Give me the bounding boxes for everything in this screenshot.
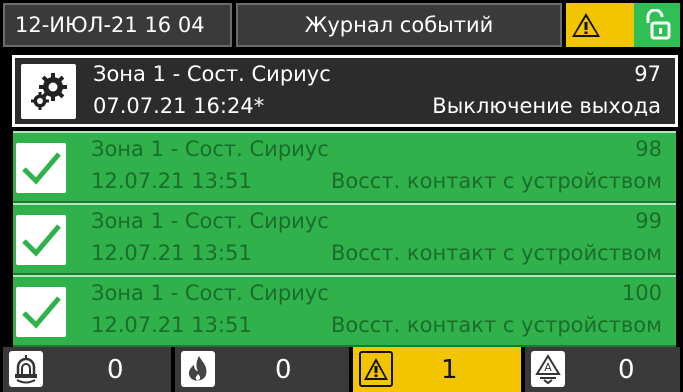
check-icon	[16, 287, 66, 337]
event-row[interactable]: Зона 1 - Сост. Сириус 99 12.07.21 13:51 …	[13, 203, 676, 275]
fire-count: 0	[275, 354, 292, 385]
header-bar: 12-ИЮЛ-21 16 04 Журнал событий	[0, 0, 683, 52]
event-number: 99	[635, 209, 662, 233]
unlocked-icon[interactable]	[634, 3, 680, 47]
warning-icon	[359, 351, 393, 387]
alarm-counter[interactable]: 0	[3, 347, 171, 392]
event-datetime: 12.07.21 13:51	[91, 241, 252, 265]
event-number: 100	[621, 281, 662, 305]
counters-bar: 0 0 1 A 0	[0, 347, 683, 392]
warning-count: 1	[441, 354, 458, 385]
gears-icon	[21, 64, 76, 119]
fire-icon	[181, 351, 215, 387]
alarm-count: 0	[107, 354, 124, 385]
event-datetime: 12.07.21 13:51	[91, 313, 252, 337]
event-datetime: 12.07.21 13:51	[91, 169, 252, 193]
event-row[interactable]: Зона 1 - Сост. Сириус 100 12.07.21 13:51…	[13, 275, 676, 347]
event-zone: Зона 1 - Сост. Сириус	[93, 62, 331, 86]
fault-counter[interactable]: A 0	[525, 347, 680, 392]
warning-icon[interactable]	[566, 3, 606, 47]
alarm-siren-icon	[9, 351, 43, 387]
status-icons	[566, 3, 680, 47]
svg-text:A: A	[544, 361, 552, 374]
page-title: Журнал событий	[236, 3, 562, 47]
event-number: 97	[634, 62, 661, 86]
event-datetime: 07.07.21 16:24*	[93, 94, 265, 118]
event-description: Выключение выхода	[432, 94, 661, 118]
current-datetime: 12-ИЮЛ-21 16 04	[3, 3, 232, 47]
check-icon	[16, 215, 66, 265]
fault-triangle-icon: A	[531, 351, 565, 387]
fault-count: 0	[618, 354, 635, 385]
check-icon	[16, 143, 66, 193]
event-number: 98	[635, 137, 662, 161]
event-description: Восст. контакт с устройством	[331, 313, 662, 337]
event-description: Восст. контакт с устройством	[331, 241, 662, 265]
event-description: Восст. контакт с устройством	[331, 169, 662, 193]
event-zone: Зона 1 - Сост. Сириус	[91, 209, 329, 233]
warning-counter[interactable]: 1	[353, 347, 521, 392]
event-row[interactable]: Зона 1 - Сост. Сириус 98 12.07.21 13:51 …	[13, 131, 676, 203]
event-row-selected[interactable]: Зона 1 - Сост. Сириус 97 07.07.21 16:24*…	[12, 55, 678, 127]
event-zone: Зона 1 - Сост. Сириус	[91, 137, 329, 161]
event-zone: Зона 1 - Сост. Сириус	[91, 281, 329, 305]
fire-counter[interactable]: 0	[175, 347, 349, 392]
